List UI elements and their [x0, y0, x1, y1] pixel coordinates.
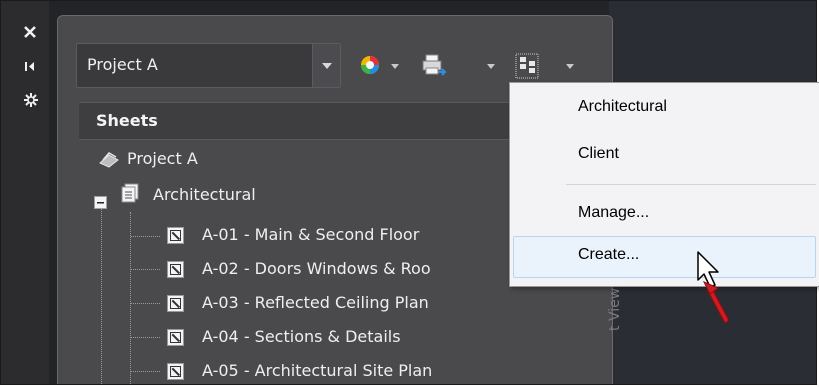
- publish-dropdown-caret[interactable]: [391, 64, 399, 69]
- subset-icon: [120, 183, 140, 207]
- menu-highlight: [513, 236, 816, 278]
- menu-item-create[interactable]: Create...: [578, 246, 639, 264]
- sheet-set-view-dropdown-caret[interactable]: [566, 64, 574, 69]
- project-selector[interactable]: Project A: [76, 43, 341, 88]
- sheet-icon: [167, 227, 184, 244]
- tree-connector: [131, 236, 160, 237]
- tree-connector: [131, 269, 160, 270]
- plot-dropdown-caret[interactable]: [487, 64, 495, 69]
- sheets-header-label: Sheets: [96, 111, 158, 130]
- sheet-set-icon: [98, 150, 120, 172]
- sheet-icon: [167, 363, 184, 380]
- sheet-label: A-01 - Main & Second Floor: [202, 225, 420, 244]
- sheet-label: A-04 - Sections & Details: [202, 327, 401, 346]
- sheet-icon: [167, 329, 184, 346]
- auto-hide-icon[interactable]: [23, 59, 41, 73]
- tree-connector: [131, 371, 160, 372]
- sheet-set-view-icon[interactable]: [515, 53, 539, 79]
- settings-icon[interactable]: [23, 92, 41, 108]
- menu-separator: [566, 184, 816, 185]
- collapse-icon[interactable]: [94, 194, 107, 209]
- tree-connector: [131, 303, 160, 304]
- palette-title-bar: [1, 1, 49, 384]
- tree-connector: [101, 201, 102, 384]
- sheet-label: A-03 - Reflected Ceiling Plan: [202, 293, 429, 312]
- project-selector-value: Project A: [87, 55, 158, 74]
- plot-icon[interactable]: [421, 53, 447, 77]
- sheet-icon: [167, 295, 184, 312]
- sheet-label: A-05 - Architectural Site Plan: [202, 361, 433, 380]
- tree-root-label: Project A: [127, 149, 198, 168]
- context-menu: Architectural Client Manage... Create...: [509, 82, 819, 287]
- menu-item-manage[interactable]: Manage...: [578, 204, 649, 222]
- close-icon[interactable]: [23, 25, 41, 39]
- sheet-icon: [167, 261, 184, 278]
- sheet-label: A-02 - Doors Windows & Roo: [202, 259, 431, 278]
- publish-icon[interactable]: [358, 53, 382, 77]
- tree-connector: [130, 212, 131, 384]
- menu-item-architectural[interactable]: Architectural: [578, 98, 667, 116]
- pointer-arrow-icon: [688, 250, 738, 329]
- menu-item-client[interactable]: Client: [578, 145, 619, 163]
- tree-group-label: Architectural: [153, 185, 256, 204]
- side-tab-label[interactable]: t Views: [607, 281, 623, 331]
- tree-connector: [131, 337, 160, 338]
- chevron-down-icon[interactable]: [312, 44, 340, 87]
